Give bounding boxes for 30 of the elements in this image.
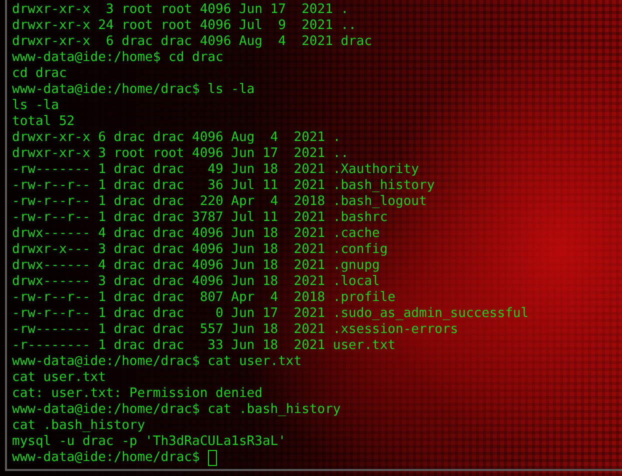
prompt-line: www-data@ide:/home/drac$ cat user.txt [12, 354, 302, 370]
output-line: drwxr-xr-x 3 root root 4096 Jun 17 2021 .. [12, 146, 349, 162]
output-line: cat .bash_history [12, 418, 146, 434]
output-line: -rw-r--r-- 1 drac drac 36 Jul 11 2021 .bash_history [12, 178, 435, 194]
prompt-line: www-data@ide:/home/drac$ cat .bash_history [12, 402, 341, 418]
output-line: drwxr-xr-x 6 drac drac 4096 Aug 4 2021 drac [12, 34, 372, 50]
output-line: -rw-r--r-- 1 drac drac 3787 Jul 11 2021 .bashrc [12, 210, 388, 226]
output-line: ls -la [12, 98, 59, 114]
output-line: mysql -u drac -p 'Th3dRaCULa1sR3aL' [12, 434, 286, 450]
output-line: cat user.txt [12, 370, 106, 386]
output-line: drwxr-xr-x 3 root root 4096 Jun 17 2021 . [12, 2, 349, 18]
output-line: -rw------- 1 drac drac 557 Jun 18 2021 .xsession-errors [12, 322, 458, 338]
text-cursor [208, 450, 217, 466]
output-line: drwx------ 3 drac drac 4096 Jun 18 2021 .local [12, 274, 380, 290]
prompt-line: www-data@ide:/home$ cd drac [12, 50, 224, 66]
output-line: total 52 [12, 114, 75, 130]
prompt-line: www-data@ide:/home/drac$ ls -la [12, 82, 255, 98]
output-line: drwx------ 4 drac drac 4096 Jun 18 2021 .gnupg [12, 258, 380, 274]
output-line: -rw-r--r-- 1 drac drac 220 Apr 4 2018 .bash_logout [12, 194, 427, 210]
output-line: drwxr-xr-x 6 drac drac 4096 Aug 4 2021 . [12, 130, 341, 146]
output-line: -r-------- 1 drac drac 33 Jun 18 2021 user.txt [12, 338, 396, 354]
output-line: cd drac [12, 66, 67, 82]
output-line: cat: user.txt: Permission denied [12, 386, 262, 402]
output-line: drwxr-xr-x 24 root root 4096 Jul 9 2021 .. [12, 18, 356, 34]
output-line: -rw-r--r-- 1 drac drac 0 Jun 17 2021 .sudo_as_admin_successful [12, 306, 529, 322]
output-line: drwxr-x--- 3 drac drac 4096 Jun 18 2021 .config [12, 242, 388, 258]
prompt-line: www-data@ide:/home/drac$ [12, 450, 200, 466]
output-line: drwx------ 4 drac drac 4096 Jun 18 2021 .cache [12, 226, 380, 242]
output-line: -rw-r--r-- 1 drac drac 807 Apr 4 2018 .profile [12, 290, 396, 306]
output-line: -rw------- 1 drac drac 49 Jun 18 2021 .Xauthority [12, 162, 419, 178]
